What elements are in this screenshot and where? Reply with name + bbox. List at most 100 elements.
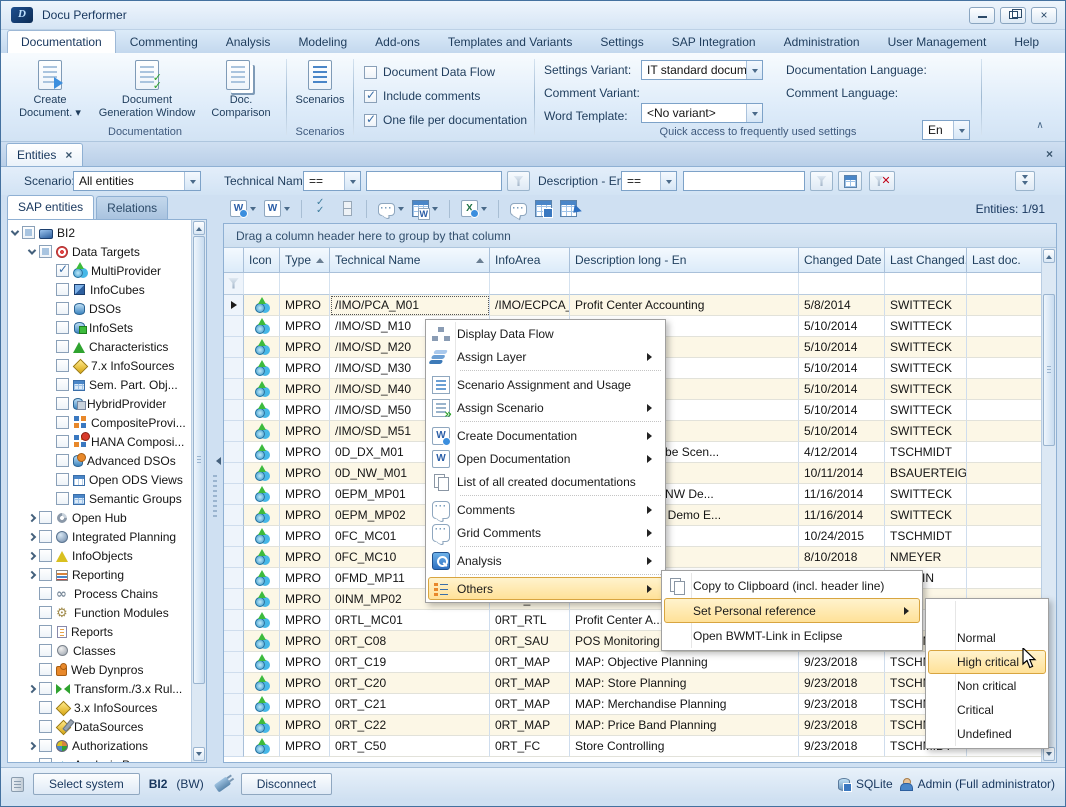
left-tab-relations[interactable]: Relations xyxy=(96,196,168,219)
chevron-down-icon[interactable] xyxy=(398,207,404,214)
chevron-down-icon[interactable] xyxy=(284,207,290,214)
menu-item-others[interactable]: Others xyxy=(428,577,663,600)
collapse-ribbon-button[interactable]: ∧ xyxy=(1031,119,1049,133)
tree-item-hana-composi[interactable]: HANA Composi... xyxy=(10,432,190,451)
menu-item-critical[interactable]: Critical xyxy=(928,698,1046,722)
checkbox-icon[interactable] xyxy=(56,340,69,353)
checkbox-icon[interactable] xyxy=(39,758,52,762)
menu-tab-add-ons[interactable]: Add-ons xyxy=(361,30,434,53)
menu-tab-commenting[interactable]: Commenting xyxy=(116,30,212,53)
menu-tab-modeling[interactable]: Modeling xyxy=(284,30,361,53)
checkbox-icon[interactable] xyxy=(56,264,69,277)
table-row[interactable]: MPRO0RT_C220RT_MAPMAP: Price Band Planni… xyxy=(224,715,1042,736)
create-documentation-button[interactable] xyxy=(227,197,259,221)
expand-icon[interactable] xyxy=(28,684,36,692)
menu-item-comments[interactable]: Comments xyxy=(428,498,663,521)
save-grid-layout-button[interactable] xyxy=(532,197,555,221)
apply-technical-filter-button[interactable] xyxy=(507,171,530,191)
tree-scrollbar[interactable] xyxy=(191,220,206,762)
tree-item-infoobjects[interactable]: InfoObjects xyxy=(10,546,190,565)
clear-filter-button[interactable]: ✕ xyxy=(869,171,895,191)
filter-cell[interactable] xyxy=(885,273,967,295)
documentation-language-select[interactable]: En xyxy=(922,120,970,140)
tab-close-icon[interactable]: × xyxy=(65,149,72,161)
scroll-up-icon[interactable] xyxy=(193,221,205,235)
restore-button[interactable] xyxy=(1000,7,1026,24)
tree-scrollbar-thumb[interactable] xyxy=(193,236,205,684)
apply-description-filter-button[interactable] xyxy=(810,171,833,191)
collapse-panel-icon[interactable] xyxy=(212,457,221,465)
menu-item-list-of-all-created-documentations[interactable]: List of all created documentations xyxy=(428,470,663,493)
close-button[interactable]: × xyxy=(1031,7,1057,24)
checkbox-icon[interactable] xyxy=(39,606,52,619)
tree-item-sem-part-obj[interactable]: Sem. Part. Obj... xyxy=(10,375,190,394)
excel-export-button[interactable] xyxy=(458,197,490,221)
tab-entities[interactable]: Entities × xyxy=(6,143,83,166)
checkbox-icon[interactable] xyxy=(56,321,69,334)
menu-item-non-critical[interactable]: Non critical xyxy=(928,674,1046,698)
menu-tab-user-management[interactable]: User Management xyxy=(874,30,1001,53)
tree-item-hybridprovider[interactable]: HybridProvider xyxy=(10,394,190,413)
table-row[interactable]: MPRO0RT_C500RT_FCStore Controlling9/23/2… xyxy=(224,736,1042,757)
column-header-last-doc[interactable]: Last doc. xyxy=(967,248,1042,273)
tree-item-integrated-planning[interactable]: Integrated Planning xyxy=(10,527,190,546)
technical-name-operator-select[interactable]: == xyxy=(303,171,361,191)
checkbox-icon[interactable] xyxy=(56,473,69,486)
checkbox-icon[interactable] xyxy=(39,568,52,581)
reset-grid-layout-button[interactable] xyxy=(557,197,580,221)
filter-cell[interactable] xyxy=(799,273,885,295)
menu-item-create-documentation[interactable]: Create Documentation xyxy=(428,424,663,447)
comments-button[interactable] xyxy=(375,197,407,221)
checkbox-icon[interactable] xyxy=(39,682,52,695)
description-operator-select[interactable]: == xyxy=(621,171,677,191)
expand-filter-button[interactable] xyxy=(1015,171,1035,191)
menu-item-set-personal-reference[interactable]: Set Personal reference xyxy=(664,598,920,623)
scenarios-button[interactable]: Scenarios xyxy=(288,58,352,124)
checkbox-icon[interactable] xyxy=(56,378,69,391)
table-row[interactable]: MPRO/IMO/PCA_M01/IMO/ECPCA_VProfit Cente… xyxy=(224,295,1042,316)
menu-tab-administration[interactable]: Administration xyxy=(770,30,874,53)
tree-item-reporting[interactable]: Reporting xyxy=(10,565,190,584)
table-row[interactable]: MPRO0RT_C210RT_MAPMAP: Merchandise Plann… xyxy=(224,694,1042,715)
checkbox-icon[interactable] xyxy=(39,625,52,638)
grid-comments-button[interactable] xyxy=(409,197,441,221)
tree-item-process-chains[interactable]: Process Chains xyxy=(10,584,190,603)
option-include-comments[interactable]: Include comments xyxy=(364,87,532,105)
tree-item-dsos[interactable]: DSOs xyxy=(10,299,190,318)
tree-item-multiprovider[interactable]: MultiProvider xyxy=(10,261,190,280)
tree-item-bi2[interactable]: BI2 xyxy=(10,223,190,242)
checkbox-icon[interactable] xyxy=(39,587,52,600)
column-header-infoarea[interactable]: InfoArea xyxy=(490,248,570,273)
menu-item-open-bwmt-link-in-eclipse[interactable]: Open BWMT-Link in Eclipse xyxy=(664,623,920,648)
menu-item-normal[interactable]: Normal xyxy=(928,626,1046,650)
menu-item-assign-layer[interactable]: Assign Layer xyxy=(428,345,663,368)
expand-icon[interactable] xyxy=(28,551,36,559)
checkbox-icon[interactable] xyxy=(364,66,377,79)
scroll-down-icon[interactable] xyxy=(193,747,205,761)
scroll-down-icon[interactable] xyxy=(1043,747,1055,761)
tree-item-web-dynpros[interactable]: Web Dynpros xyxy=(10,660,190,679)
open-documentation-button[interactable] xyxy=(261,197,293,221)
doc-comparison-button[interactable]: Doc. Comparison xyxy=(199,58,283,124)
tree-item-open-ods-views[interactable]: Open ODS Views xyxy=(10,470,190,489)
menu-item-assign-scenario[interactable]: Assign Scenario xyxy=(428,396,663,419)
chevron-down-icon[interactable] xyxy=(481,207,487,214)
expand-icon[interactable] xyxy=(28,246,36,254)
checkbox-icon[interactable] xyxy=(39,245,52,258)
expand-icon[interactable] xyxy=(28,532,36,540)
checkbox-icon[interactable] xyxy=(364,90,377,103)
menu-item-undefined[interactable]: Undefined xyxy=(928,722,1046,746)
panel-splitter[interactable] xyxy=(207,219,223,763)
column-header-changed-date[interactable]: Changed Date xyxy=(799,248,885,273)
left-tab-sap-entities[interactable]: SAP entities xyxy=(7,195,94,219)
tree-item-compositeprovi[interactable]: CompositeProvi... xyxy=(10,413,190,432)
tree-item-classes[interactable]: Classes xyxy=(10,641,190,660)
table-row[interactable]: MPRO0RT_C200RT_MAPMAP: Store Planning9/2… xyxy=(224,673,1042,694)
menu-item-grid-comments[interactable]: Grid Comments xyxy=(428,521,663,544)
current-user-label[interactable]: Admin (Full administrator) xyxy=(918,777,1055,791)
checkbox-icon[interactable] xyxy=(39,701,52,714)
checkbox-icon[interactable] xyxy=(39,511,52,524)
database-label[interactable]: SQLite xyxy=(856,777,893,791)
column-header-description-long-en[interactable]: Description long - En xyxy=(570,248,799,273)
group-by-panel[interactable]: Drag a column header here to group by th… xyxy=(224,224,1056,248)
